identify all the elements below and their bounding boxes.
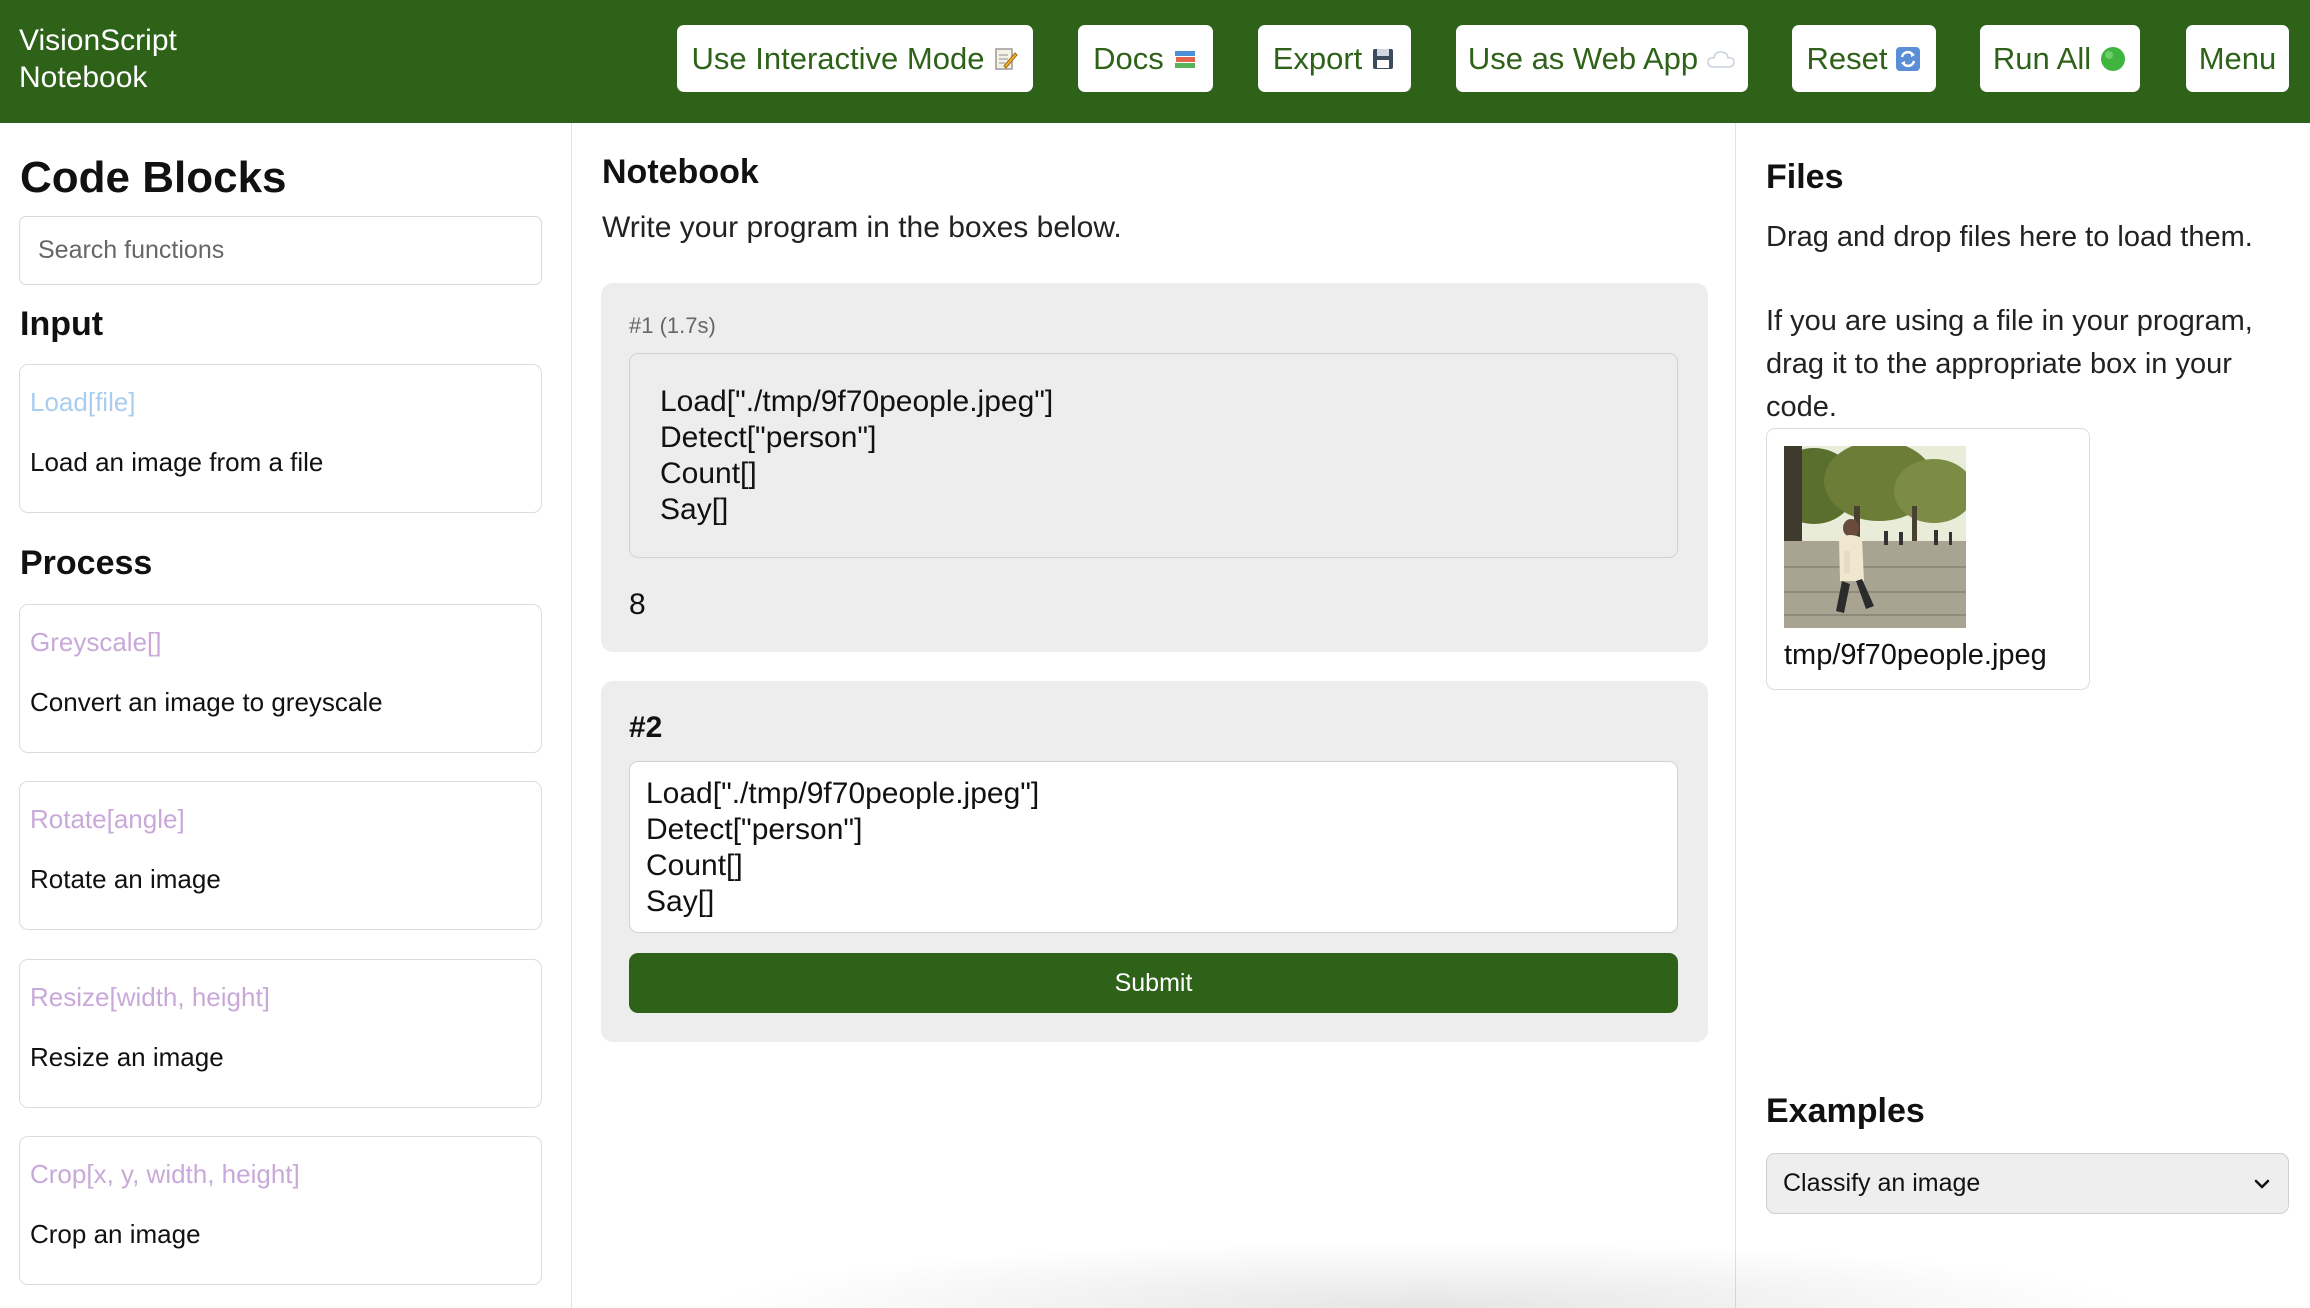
notebook-cell-2: #2 Load["./tmp/9f70people.jpeg"] Detect[…	[601, 681, 1708, 1042]
submit-button[interactable]: Submit	[629, 953, 1678, 1013]
chevron-down-icon	[2250, 1172, 2274, 1196]
top-bar: VisionScript Notebook Use Interactive Mo…	[0, 0, 2310, 123]
brand-line-1: VisionScript	[19, 24, 177, 57]
brand-line-2: Notebook	[19, 61, 148, 94]
code-block-crop[interactable]: Crop[x, y, width, height] Crop an image	[19, 1136, 542, 1285]
code-block-description: Rotate an image	[30, 864, 221, 894]
code-block-load[interactable]: Load[file] Load an image from a file	[19, 364, 542, 513]
code-block-description: Resize an image	[30, 1042, 224, 1072]
notebook-panel: Notebook Write your program in the boxes…	[573, 123, 1736, 1308]
cell-run-info: #1 (1.7s)	[629, 313, 716, 338]
files-usage-hint: If you are using a file in your program,…	[1766, 305, 2253, 423]
code-block-function: Rotate[angle]	[30, 804, 185, 834]
use-as-web-app-button[interactable]: Use as Web App	[1456, 25, 1748, 92]
reset-label: Reset	[1806, 40, 1888, 76]
section-title-process: Process	[20, 544, 153, 582]
cell-output: 8	[629, 588, 646, 621]
app-brand: VisionScript Notebook	[19, 22, 177, 96]
use-interactive-mode-button[interactable]: Use Interactive Mode	[677, 25, 1033, 92]
export-button[interactable]: Export	[1258, 25, 1411, 92]
use-interactive-mode-label: Use Interactive Mode	[691, 40, 985, 76]
files-panel: Files Drag and drop files here to load t…	[1737, 123, 2310, 1308]
export-label: Export	[1272, 40, 1363, 76]
code-block-function: Load[file]	[30, 387, 136, 417]
code-block-rotate[interactable]: Rotate[angle] Rotate an image	[19, 781, 542, 930]
code-block-function: Crop[x, y, width, height]	[30, 1159, 300, 1189]
code-block-description: Load an image from a file	[30, 447, 324, 477]
search-functions-input[interactable]	[19, 216, 542, 285]
menu-label: Menu	[2198, 40, 2277, 76]
memo-icon	[992, 46, 1019, 72]
files-title: Files	[1766, 158, 1844, 196]
examples-select[interactable]: Classify an image	[1766, 1153, 2289, 1214]
notebook-cell-1: #1 (1.7s) Load["./tmp/9f70people.jpeg"] …	[601, 283, 1708, 652]
run-all-label: Run All	[1992, 40, 2092, 76]
code-blocks-panel: Code Blocks Input Load[file] Load an ima…	[0, 123, 572, 1308]
file-thumbnail	[1784, 446, 1966, 628]
notebook-title: Notebook	[602, 153, 759, 191]
refresh-icon	[1895, 46, 1921, 72]
examples-selected-value: Classify an image	[1783, 1169, 1981, 1197]
books-icon	[1172, 46, 1198, 72]
examples-title: Examples	[1766, 1092, 1925, 1130]
run-all-button[interactable]: Run All	[1980, 25, 2140, 92]
files-instructions: Drag and drop files here to load them.	[1766, 221, 2253, 253]
cell-code-editor[interactable]: Load["./tmp/9f70people.jpeg"] Detect["pe…	[629, 761, 1678, 933]
menu-button[interactable]: Menu	[2186, 25, 2289, 92]
code-block-function: Resize[width, height]	[30, 982, 270, 1012]
file-card[interactable]: tmp/9f70people.jpeg	[1766, 428, 2090, 690]
docs-label: Docs	[1093, 40, 1164, 76]
code-blocks-title: Code Blocks	[20, 153, 287, 202]
docs-button[interactable]: Docs	[1078, 25, 1213, 92]
cloud-icon	[1706, 48, 1736, 70]
cell-code-readonly[interactable]: Load["./tmp/9f70people.jpeg"] Detect["pe…	[629, 353, 1678, 558]
notebook-subtitle: Write your program in the boxes below.	[602, 211, 1122, 244]
file-name: tmp/9f70people.jpeg	[1784, 639, 2047, 671]
reset-button[interactable]: Reset	[1792, 25, 1936, 92]
code-block-resize[interactable]: Resize[width, height] Resize an image	[19, 959, 542, 1108]
floppy-disk-icon	[1370, 46, 1396, 72]
section-title-input: Input	[20, 305, 104, 343]
green-circle-icon	[2099, 45, 2127, 73]
code-block-greyscale[interactable]: Greyscale[] Convert an image to greyscal…	[19, 604, 542, 753]
code-block-description: Convert an image to greyscale	[30, 687, 383, 717]
code-block-description: Crop an image	[30, 1219, 201, 1249]
code-block-function: Greyscale[]	[30, 627, 162, 657]
cell-number: #2	[629, 711, 663, 744]
use-as-web-app-label: Use as Web App	[1467, 40, 1699, 76]
